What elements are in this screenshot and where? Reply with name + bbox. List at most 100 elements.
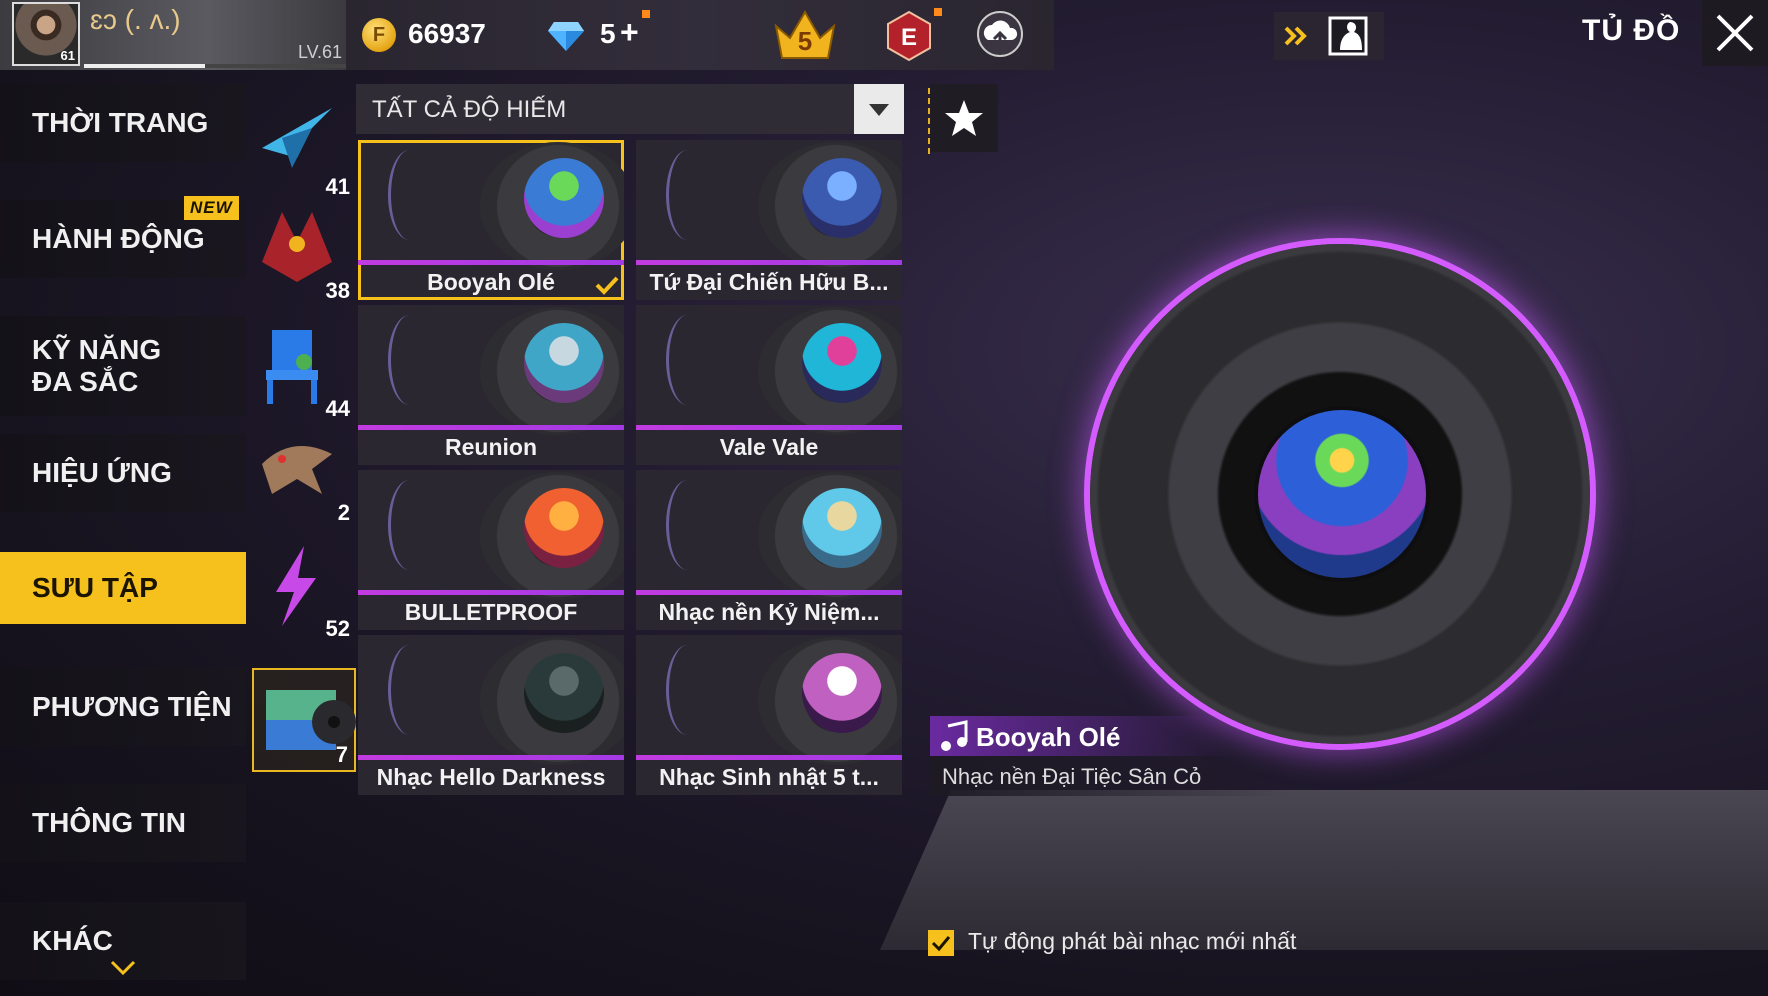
track-cover-art — [524, 158, 604, 238]
disc-highlight — [388, 315, 431, 405]
subcategory-pets[interactable]: 2 — [252, 424, 356, 528]
elite-notification-dot — [934, 8, 942, 16]
elite-letter: E — [901, 24, 917, 51]
rarity-bar — [358, 590, 624, 595]
rarity-bar — [358, 425, 624, 430]
subcategory-count: 44 — [325, 396, 350, 421]
subcategory-backpacks[interactable]: 38 — [252, 202, 356, 306]
music-note-icon — [941, 720, 968, 751]
disc-highlight — [388, 480, 431, 570]
new-badge: NEW — [184, 196, 239, 220]
track-cover-art — [524, 488, 604, 568]
player-level: LV.61 — [298, 42, 343, 62]
track-cover-art — [524, 323, 604, 403]
caret-down-icon — [869, 104, 889, 116]
sidebar-item-fashion[interactable]: THỜI TRANG — [0, 84, 246, 162]
screen-title: TỦ ĐỒ — [1582, 14, 1681, 47]
track-card[interactable]: Vale Vale — [636, 305, 902, 465]
track-card[interactable]: Booyah Olé — [358, 140, 624, 300]
rarity-bar — [358, 755, 624, 760]
elite-pass-icon[interactable]: E — [884, 10, 934, 62]
player-profile[interactable]: 61 ɛͻ (⁠.⁠ ⁠ʌ⁠.⁠) LV.61 — [0, 0, 346, 70]
disc-highlight — [666, 645, 709, 735]
track-card[interactable]: Reunion — [358, 305, 624, 465]
player-nickname: ɛͻ (⁠.⁠ ⁠ʌ⁠.⁠) — [90, 4, 181, 35]
track-name: Booyah Olé — [427, 269, 555, 295]
fast-switch-button[interactable] — [1274, 12, 1384, 60]
track-name: Reunion — [445, 434, 537, 460]
track-card[interactable]: Tứ Đại Chiến Hữu B... — [636, 140, 902, 300]
rarity-filter-dropdown[interactable]: TẤT CẢ ĐỘ HIẾM — [356, 84, 904, 134]
track-card[interactable]: BULLETPROOF — [358, 470, 624, 630]
currency-bar: F 66937 5 + 5 E — [346, 0, 1054, 70]
creature-icon — [262, 446, 332, 494]
favorite-filter-button[interactable] — [930, 84, 998, 152]
equipped-check-icon — [595, 276, 619, 295]
top-bar: 61 ɛͻ (⁠.⁠ ⁠ʌ⁠.⁠) LV.61 F 66937 5 + 5 E — [0, 0, 1768, 72]
star-icon — [945, 100, 983, 136]
diamond-icon — [548, 22, 584, 51]
chevron-down-icon[interactable] — [110, 960, 136, 976]
rank-number: 5 — [798, 26, 812, 56]
cloud-upload-icon[interactable] — [974, 10, 1026, 58]
checkmark-icon — [931, 936, 951, 952]
double-chevron-right-icon — [1284, 26, 1307, 46]
autoplay-label[interactable]: Tự động phát bài nhạc mới nhất — [968, 928, 1296, 955]
track-name: Nhạc Hello Darkness — [376, 764, 606, 790]
subcategory-count: 7 — [335, 742, 348, 767]
subcategory-count: 38 — [325, 278, 350, 303]
disc-highlight — [666, 480, 709, 570]
character-portrait-icon — [1328, 16, 1368, 56]
rarity-bar — [358, 260, 624, 265]
subcategory-count: 52 — [325, 616, 350, 641]
track-cover-art — [802, 488, 882, 568]
top-up-button[interactable]: + — [620, 14, 639, 51]
glider-icon — [262, 108, 332, 168]
subcategory-column: 41 38 44 2 52 7 — [252, 84, 356, 954]
subcategory-items[interactable]: 44 — [252, 320, 356, 424]
avatar-level: 61 — [60, 48, 75, 63]
track-card[interactable]: Nhạc nền Kỷ Niệm... — [636, 470, 902, 630]
gold-coin-icon: F — [362, 18, 396, 52]
close-button[interactable] — [1702, 0, 1768, 66]
display-stage — [880, 790, 1768, 950]
sidebar-item-effects[interactable]: HIỆU ỨNG — [0, 434, 246, 512]
track-cover-art — [802, 158, 882, 238]
rarity-bar — [636, 590, 902, 595]
top-up-notification-dot — [642, 10, 650, 18]
sidebar-item-multicolor-skills[interactable]: KỸ NĂNG ĐA SẮC — [0, 316, 246, 416]
subcategory-count: 41 — [325, 174, 350, 199]
rarity-bar — [636, 755, 902, 760]
sidebar-item-collection[interactable]: SƯU TẬP — [0, 552, 246, 624]
preview-song-subtitle: Nhạc nền Đại Tiệc Sân Cỏ — [942, 764, 1202, 789]
disc-highlight — [388, 150, 431, 240]
subcategory-music[interactable]: 7 — [252, 668, 356, 772]
avatar[interactable]: 61 — [12, 2, 80, 66]
xp-bar — [84, 64, 346, 68]
track-cover-art — [802, 323, 882, 403]
track-cover-art — [802, 653, 882, 733]
rarity-bar — [636, 425, 902, 430]
track-name: Nhạc nền Kỷ Niệm... — [658, 599, 880, 625]
track-cover-art — [524, 653, 604, 733]
track-name: BULLETPROOF — [404, 599, 578, 625]
sidebar-item-vehicles[interactable]: PHƯƠNG TIỆN — [0, 668, 246, 746]
rarity-filter-label: TẤT CẢ ĐỘ HIẾM — [372, 96, 567, 123]
rank-crown-icon[interactable]: 5 — [770, 4, 840, 64]
track-card[interactable]: Nhạc Sinh nhật 5 t... — [636, 635, 902, 795]
subcategory-count: 2 — [337, 500, 350, 525]
preview-disc-art — [1258, 410, 1426, 578]
sidebar-item-info[interactable]: THÔNG TIN — [0, 784, 246, 862]
gold-amount: 66937 — [408, 18, 486, 49]
disc-highlight — [666, 150, 709, 240]
xp-bar-fill — [84, 64, 205, 68]
diamond-amount: 5 — [600, 18, 616, 49]
rarity-bar — [636, 260, 902, 265]
disc-highlight — [666, 315, 709, 405]
subcategory-gliders[interactable]: 41 — [252, 98, 356, 202]
track-name: Vale Vale — [719, 434, 819, 460]
dropdown-toggle[interactable] — [854, 84, 904, 134]
subcategory-effects[interactable]: 52 — [252, 540, 356, 644]
autoplay-checkbox[interactable] — [928, 930, 954, 956]
track-card[interactable]: Nhạc Hello Darkness — [358, 635, 624, 795]
